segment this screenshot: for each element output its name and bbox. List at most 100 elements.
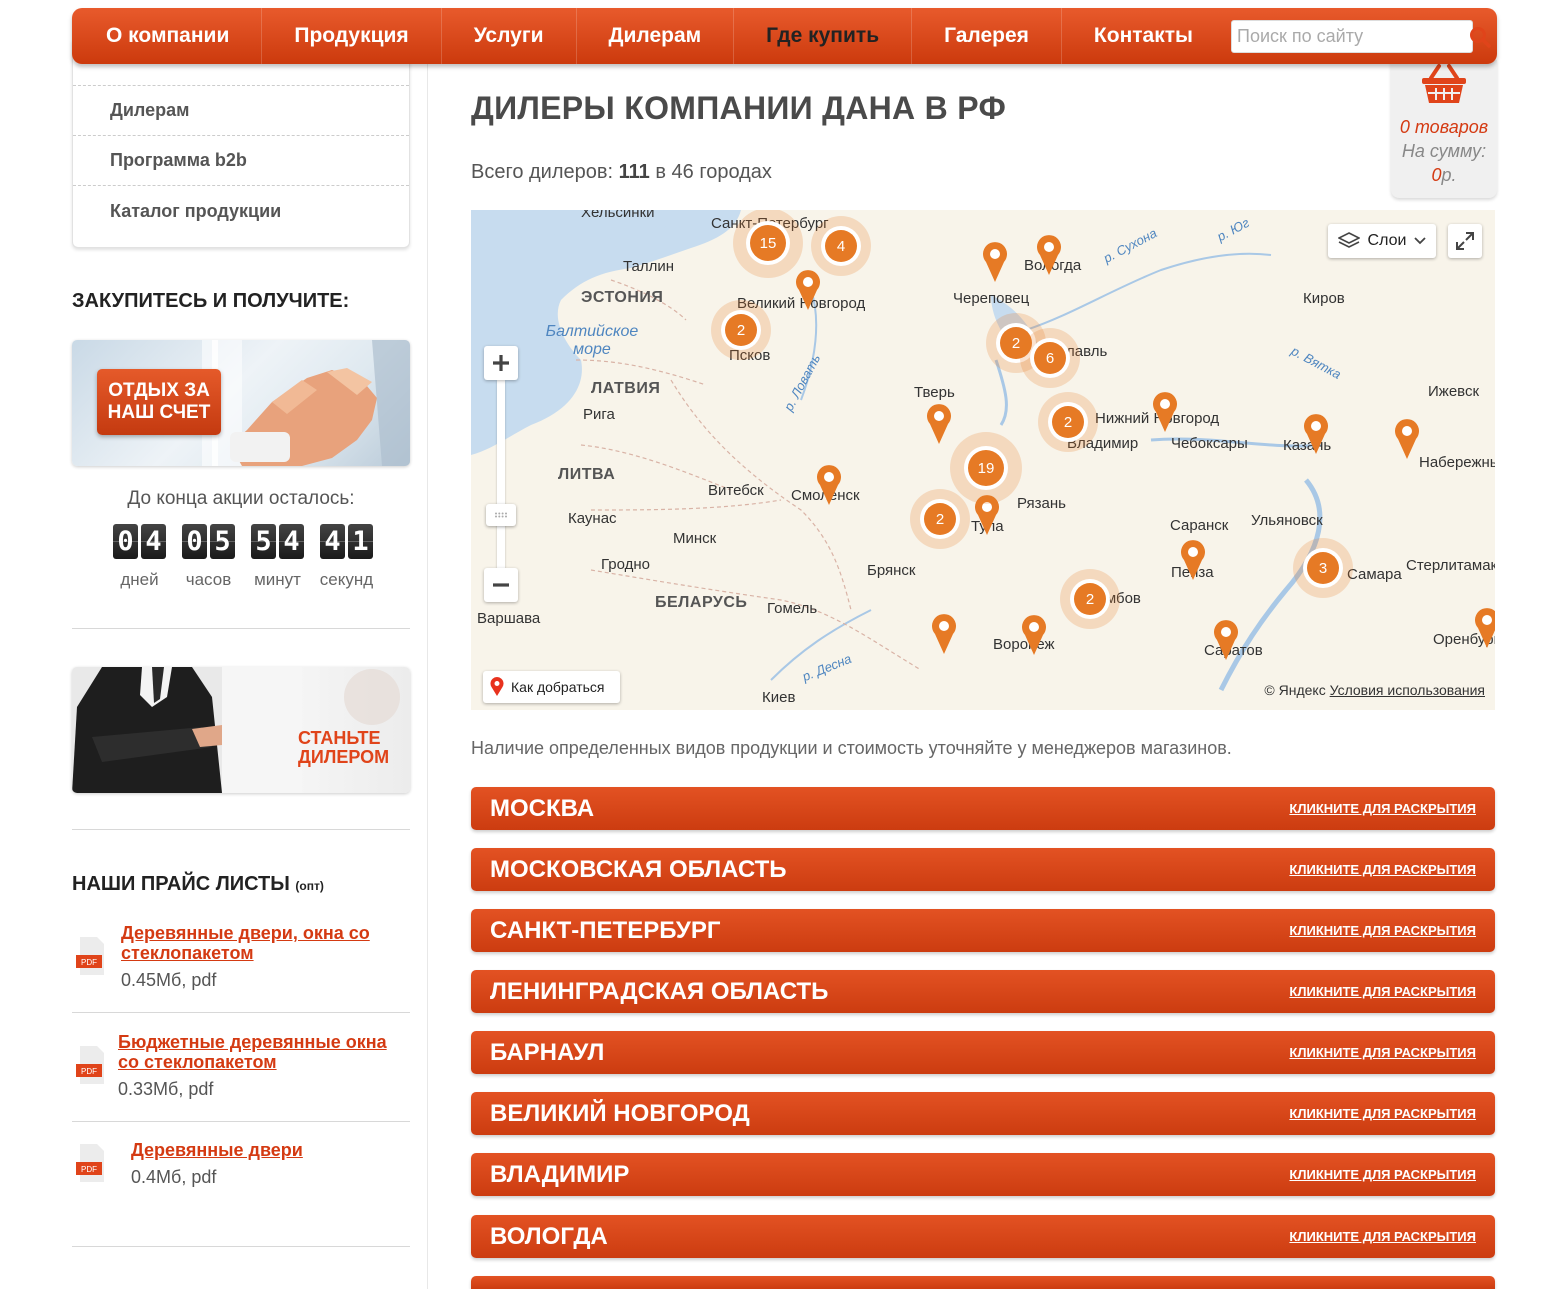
region-accordion-vologda[interactable]: Вологда Кликните для раскрытия bbox=[471, 1215, 1495, 1258]
dealers-map[interactable]: Хельсинки Санкт-Петербург Таллин Великий… bbox=[471, 210, 1495, 710]
region-expand-link[interactable]: Кликните для раскрытия bbox=[1289, 1167, 1476, 1182]
region-accordion-saint-petersburg[interactable]: Санкт-Петербург Кликните для раскрытия bbox=[471, 909, 1495, 952]
map-fullscreen-button[interactable] bbox=[1448, 224, 1482, 258]
price-list-item: PDF Деревянные двери 0.4Мб, pdf bbox=[72, 1140, 410, 1188]
dealer-marker-pin[interactable] bbox=[1034, 233, 1064, 277]
nav-item-gallery[interactable]: Галерея bbox=[912, 8, 1062, 64]
dealer-cluster[interactable]: 3 bbox=[1293, 538, 1353, 598]
dealer-marker-pin[interactable] bbox=[1472, 606, 1495, 650]
dealer-cluster[interactable]: 2 bbox=[1038, 392, 1098, 452]
become-dealer-label: СТАНЬТЕ ДИЛЕРОМ bbox=[298, 728, 390, 767]
nav-item-services[interactable]: Услуги bbox=[442, 8, 577, 64]
region-expand-link[interactable]: Кликните для раскрытия bbox=[1289, 1045, 1476, 1060]
price-list-link[interactable]: Деревянные двери bbox=[131, 1140, 410, 1160]
cart-widget[interactable]: 0 товаров На сумму: 0р. bbox=[1391, 60, 1497, 198]
price-list-meta: 0.33Мб, pdf bbox=[118, 1079, 214, 1099]
timer-seconds-label: секунд bbox=[319, 570, 374, 589]
nav-item-contacts[interactable]: Контакты bbox=[1062, 8, 1225, 64]
timer-digit: 4 bbox=[279, 524, 304, 559]
region-accordion-veliky-novgorod[interactable]: Великий Новгород Кликните для раскрытия bbox=[471, 1092, 1495, 1135]
dealer-marker-pin[interactable] bbox=[980, 240, 1010, 284]
dealer-marker-pin[interactable] bbox=[1211, 618, 1241, 662]
map-route-button[interactable]: Как добраться bbox=[483, 671, 620, 703]
map-country-label: ЭСТОНИЯ bbox=[581, 289, 664, 306]
column-divider bbox=[427, 64, 428, 1289]
divider bbox=[72, 1121, 410, 1122]
price-list-item: PDF Бюджетные деревянные окна со стеклоп… bbox=[72, 1032, 410, 1100]
map-city-label: Чебоксары bbox=[1171, 435, 1248, 452]
region-expand-link[interactable]: Кликните для раскрытия bbox=[1289, 984, 1476, 999]
sidebar-item-b2b[interactable]: Программа b2b bbox=[73, 136, 409, 186]
nav-item-products[interactable]: Продукция bbox=[262, 8, 442, 64]
dealer-marker-pin[interactable] bbox=[929, 612, 959, 656]
dealer-marker-pin[interactable] bbox=[814, 463, 844, 507]
dealer-cluster[interactable]: 6 bbox=[1020, 328, 1080, 388]
dealer-marker-pin[interactable] bbox=[1301, 412, 1331, 456]
dealer-cluster[interactable]: 2 bbox=[1060, 569, 1120, 629]
nav-item-where-to-buy[interactable]: Где купить bbox=[734, 8, 913, 64]
region-name: Барнаул bbox=[490, 1038, 605, 1066]
search-input[interactable] bbox=[1232, 21, 1469, 52]
price-list-link[interactable]: Бюджетные деревянные окна со стеклопакет… bbox=[118, 1032, 410, 1072]
chevron-down-icon bbox=[1414, 237, 1427, 245]
page-title: ДИЛЕРЫ КОМПАНИИ ДАНА В РФ bbox=[471, 90, 1007, 126]
region-accordion-barnaul[interactable]: Барнаул Кликните для раскрытия bbox=[471, 1031, 1495, 1074]
map-city-label: Ульяновск bbox=[1251, 512, 1323, 529]
region-name: Вологда bbox=[490, 1222, 608, 1250]
region-name: Санкт-Петербург bbox=[490, 916, 721, 944]
map-city-label: Набережные Челны bbox=[1419, 454, 1495, 471]
region-accordion-leningrad-oblast[interactable]: Ленинградская область Кликните для раскр… bbox=[471, 970, 1495, 1013]
cluster-count: 15 bbox=[750, 225, 786, 261]
grip-icon bbox=[495, 512, 507, 518]
dealer-marker-pin[interactable] bbox=[1178, 538, 1208, 582]
map-city-label: Киев bbox=[762, 689, 796, 706]
search-button[interactable] bbox=[1469, 21, 1491, 52]
region-accordion-moscow-oblast[interactable]: Московская область Кликните для раскрыти… bbox=[471, 848, 1495, 891]
dealer-marker-pin[interactable] bbox=[793, 268, 823, 312]
become-dealer-banner[interactable]: СТАНЬТЕ ДИЛЕРОМ bbox=[72, 667, 410, 793]
dealer-cluster[interactable]: 15 bbox=[733, 210, 803, 278]
region-expand-link[interactable]: Кликните для раскрытия bbox=[1289, 923, 1476, 938]
promo-label: ОТДЫХ ЗА НАШ СЧЕТ bbox=[97, 369, 221, 435]
timer-caption: До конца акции осталось: bbox=[127, 488, 355, 509]
dealer-cluster[interactable]: 4 bbox=[811, 216, 871, 276]
map-zoom-out-button[interactable] bbox=[484, 568, 518, 602]
map-zoom-in-button[interactable] bbox=[484, 346, 518, 380]
layers-icon bbox=[1337, 232, 1360, 248]
dealer-marker-pin[interactable] bbox=[1019, 613, 1049, 657]
map-city-label: Самара bbox=[1347, 566, 1402, 583]
dealer-cluster[interactable]: 19 bbox=[950, 432, 1022, 504]
sidebar-item-catalog[interactable]: Каталог продукции bbox=[73, 186, 409, 236]
countdown-timer: 04 дней 05 часов 54 минут 41 секунд bbox=[112, 524, 374, 590]
sidebar-menu: Доставка Дилерам Программа b2b Каталог п… bbox=[72, 40, 410, 248]
cart-sum-value: 0 bbox=[1431, 165, 1442, 185]
dealer-marker-pin[interactable] bbox=[1150, 390, 1180, 434]
map-city-label: Брянск bbox=[867, 562, 916, 579]
map-city-label: Ижевск bbox=[1428, 383, 1480, 400]
region-accordion-moscow[interactable]: Москва Кликните для раскрытия bbox=[471, 787, 1495, 830]
sidebar-item-dealers[interactable]: Дилерам bbox=[73, 86, 409, 136]
region-accordion-vladimir[interactable]: Владимир Кликните для раскрытия bbox=[471, 1153, 1495, 1196]
nav-item-about[interactable]: О компании bbox=[72, 8, 263, 64]
region-expand-link[interactable]: Кликните для раскрытия bbox=[1289, 1229, 1476, 1244]
promo-banner[interactable]: ОТДЫХ ЗА НАШ СЧЕТ bbox=[72, 340, 410, 466]
timer-hours-label: часов bbox=[185, 570, 232, 589]
map-layers-button[interactable]: Слои bbox=[1328, 224, 1436, 258]
dealer-cluster[interactable]: 2 bbox=[711, 300, 771, 360]
dealer-cluster[interactable]: 2 bbox=[910, 489, 970, 549]
cluster-count: 19 bbox=[968, 450, 1004, 486]
price-list-link[interactable]: Деревянные двери, окна со стеклопакетом bbox=[121, 923, 410, 963]
timer-digit: 4 bbox=[320, 524, 345, 559]
dealer-marker-pin[interactable] bbox=[1392, 417, 1422, 461]
region-expand-link[interactable]: Кликните для раскрытия bbox=[1289, 1106, 1476, 1121]
dealer-marker-pin[interactable] bbox=[924, 402, 954, 446]
cart-items: 0 товаров bbox=[1399, 117, 1489, 137]
region-accordion-partial[interactable] bbox=[471, 1276, 1495, 1289]
region-expand-link[interactable]: Кликните для раскрытия bbox=[1289, 801, 1476, 816]
nav-item-dealers[interactable]: Дилерам bbox=[577, 8, 735, 64]
map-zoom-slider[interactable] bbox=[497, 380, 505, 568]
map-zoom-handle[interactable] bbox=[486, 504, 516, 526]
map-country-label: ЛАТВИЯ bbox=[591, 380, 661, 397]
map-terms-link[interactable]: Условия использования bbox=[1330, 682, 1485, 698]
region-expand-link[interactable]: Кликните для раскрытия bbox=[1289, 862, 1476, 877]
